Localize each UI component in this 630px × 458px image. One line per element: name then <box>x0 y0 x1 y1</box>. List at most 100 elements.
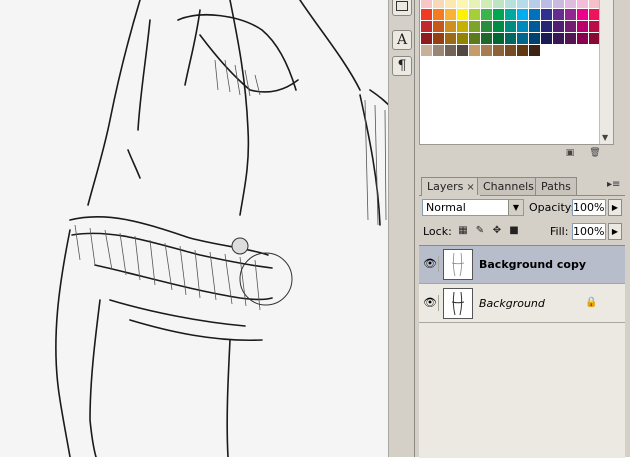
tool-button-top[interactable] <box>392 0 412 16</box>
color-swatch[interactable] <box>469 45 480 56</box>
color-swatch[interactable] <box>469 21 480 32</box>
color-swatch[interactable] <box>457 45 468 56</box>
color-swatch[interactable] <box>577 9 588 20</box>
color-swatch[interactable] <box>421 33 432 44</box>
color-swatch[interactable] <box>529 9 540 20</box>
color-swatch[interactable] <box>445 0 456 8</box>
chevron-down-icon[interactable]: ▼ <box>508 200 523 215</box>
color-swatch[interactable] <box>565 21 576 32</box>
color-swatch[interactable] <box>541 33 552 44</box>
color-swatch[interactable] <box>493 45 504 56</box>
color-swatch[interactable] <box>577 0 588 8</box>
color-swatch[interactable] <box>565 33 576 44</box>
color-swatch[interactable] <box>553 9 564 20</box>
color-swatch[interactable] <box>553 21 564 32</box>
color-swatch[interactable] <box>493 9 504 20</box>
color-swatch[interactable] <box>457 33 468 44</box>
trash-icon[interactable]: 🗑 <box>589 148 601 159</box>
color-swatch[interactable] <box>493 0 504 8</box>
eye-icon[interactable]: 👁 <box>422 256 439 272</box>
color-swatch[interactable] <box>493 21 504 32</box>
color-swatch[interactable] <box>541 21 552 32</box>
color-swatch[interactable] <box>421 9 432 20</box>
color-swatch[interactable] <box>517 9 528 20</box>
color-swatch[interactable] <box>517 45 528 56</box>
color-swatch[interactable] <box>481 0 492 8</box>
opacity-stepper[interactable]: ▶ <box>608 199 622 216</box>
color-swatch[interactable] <box>505 21 516 32</box>
color-swatch[interactable] <box>481 33 492 44</box>
lock-brush-icon[interactable]: ✎ <box>474 225 486 237</box>
tab-channels[interactable]: Channels <box>477 177 540 195</box>
tab-layers-label: Layers <box>427 180 464 193</box>
lock-row: Lock: ▦ ✎ ✥ ■ Fill: 100% ▶ <box>419 221 625 243</box>
color-swatch[interactable] <box>517 0 528 8</box>
blend-mode-value: Normal <box>426 201 466 214</box>
color-swatch[interactable] <box>517 21 528 32</box>
lock-transparency-icon[interactable]: ▦ <box>457 225 469 237</box>
color-swatch[interactable] <box>541 9 552 20</box>
eye-icon[interactable]: 👁 <box>422 295 439 311</box>
color-swatch[interactable] <box>553 0 564 8</box>
blend-mode-select[interactable]: Normal ▼ <box>422 199 524 216</box>
color-swatch[interactable] <box>457 21 468 32</box>
color-swatch[interactable] <box>481 21 492 32</box>
lock-move-icon[interactable]: ✥ <box>491 225 503 237</box>
color-swatch[interactable] <box>505 9 516 20</box>
color-swatch[interactable] <box>433 9 444 20</box>
color-swatch[interactable] <box>433 21 444 32</box>
color-swatch[interactable] <box>577 21 588 32</box>
color-swatch[interactable] <box>445 21 456 32</box>
color-swatch[interactable] <box>457 9 468 20</box>
color-swatch[interactable] <box>469 33 480 44</box>
scroll-down-icon[interactable]: ▼ <box>602 133 608 142</box>
color-swatch[interactable] <box>517 33 528 44</box>
sketch-artwork <box>55 0 401 457</box>
opacity-field[interactable]: 100% <box>572 199 606 216</box>
document-canvas[interactable] <box>0 0 414 457</box>
color-swatch[interactable] <box>469 9 480 20</box>
color-swatch[interactable] <box>565 9 576 20</box>
color-swatch[interactable] <box>553 33 564 44</box>
panel-menu-icon[interactable]: ▸≡ <box>607 179 623 192</box>
color-swatch[interactable] <box>421 21 432 32</box>
right-panel-dock: ▼ ▣ 🗑 Layers × Channels Paths ▸≡ Normal ▼… <box>414 0 630 458</box>
color-swatch[interactable] <box>565 0 576 8</box>
color-swatch[interactable] <box>577 33 588 44</box>
color-swatch[interactable] <box>529 45 540 56</box>
color-swatch[interactable] <box>445 9 456 20</box>
layer-row-background[interactable]: 👁 Background 🔒 <box>419 285 625 323</box>
color-swatch[interactable] <box>481 45 492 56</box>
color-swatch[interactable] <box>457 0 468 8</box>
color-swatch[interactable] <box>433 33 444 44</box>
color-swatch[interactable] <box>529 21 540 32</box>
color-swatch[interactable] <box>481 9 492 20</box>
lock-all-icon[interactable]: ■ <box>508 225 520 237</box>
color-swatch[interactable] <box>505 0 516 8</box>
color-swatch[interactable] <box>505 33 516 44</box>
fill-field[interactable]: 100% <box>572 223 606 240</box>
color-swatch[interactable] <box>493 33 504 44</box>
new-swatch-icon[interactable]: ▣ <box>564 148 576 159</box>
color-swatch[interactable] <box>529 0 540 8</box>
swatches-scrollbar[interactable]: ▼ <box>599 0 613 144</box>
color-swatch[interactable] <box>541 0 552 8</box>
color-swatch[interactable] <box>505 45 516 56</box>
layer-row-background-copy[interactable]: 👁 Background copy <box>419 246 625 284</box>
tab-layers[interactable]: Layers × <box>421 177 481 196</box>
color-swatch[interactable] <box>529 33 540 44</box>
type-tool-icon: A <box>396 32 408 48</box>
brush-cursor <box>239 252 293 306</box>
color-swatch[interactable] <box>469 0 480 8</box>
color-swatch[interactable] <box>445 33 456 44</box>
color-swatch[interactable] <box>421 0 432 8</box>
type-tool-button[interactable]: A <box>392 30 412 50</box>
color-swatch[interactable] <box>433 0 444 8</box>
paragraph-tool-button[interactable]: ¶ <box>392 56 412 76</box>
tab-paths[interactable]: Paths <box>535 177 577 195</box>
fill-stepper[interactable]: ▶ <box>608 223 622 240</box>
color-swatch[interactable] <box>445 45 456 56</box>
color-swatch[interactable] <box>433 45 444 56</box>
color-swatch[interactable] <box>421 45 432 56</box>
close-icon[interactable]: × <box>466 182 474 193</box>
